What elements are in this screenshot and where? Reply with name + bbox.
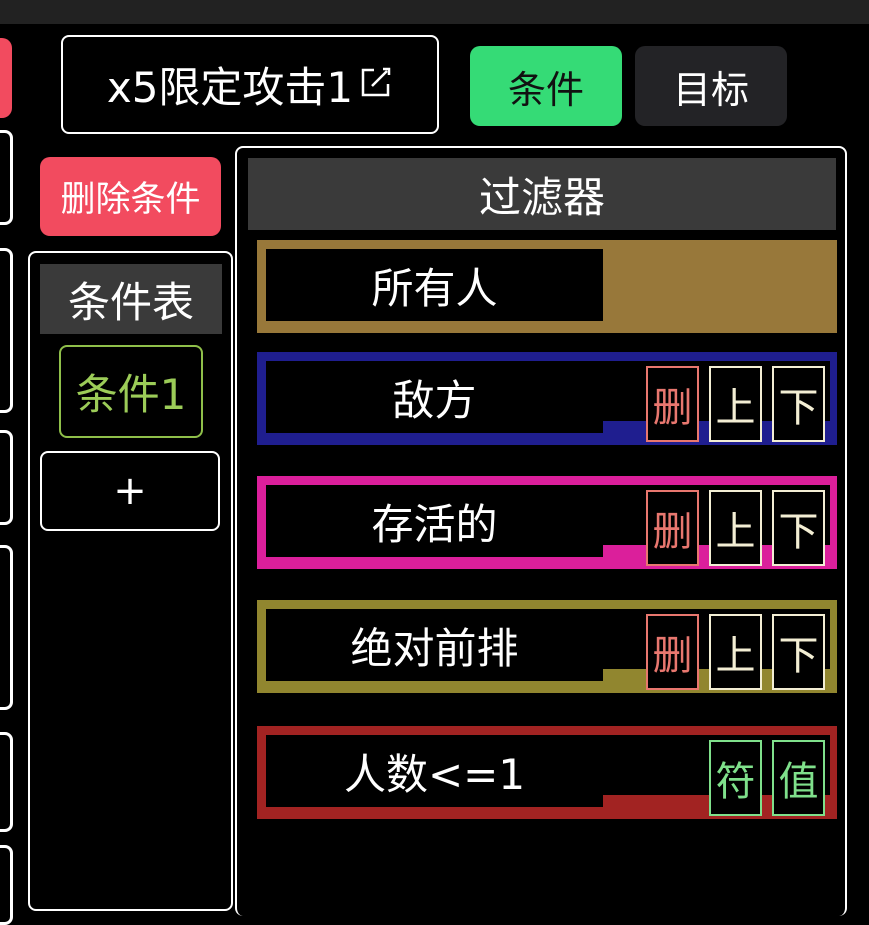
tab-condition[interactable]: 条件	[470, 46, 622, 126]
move-down-button[interactable]: 下	[772, 614, 825, 690]
filter-row-label[interactable]: 敌方	[266, 361, 603, 433]
skill-title: x5限定攻击1	[106, 63, 354, 112]
filter-row-label[interactable]: 绝对前排	[266, 609, 603, 681]
value-button[interactable]: 值	[772, 740, 825, 816]
delete-row-button[interactable]: 删	[646, 614, 699, 690]
left-edge-panel-2	[0, 248, 13, 413]
filter-row-label[interactable]: 人数<=1	[266, 735, 603, 807]
move-up-button[interactable]: 上	[709, 490, 762, 566]
filter-title: 过滤器	[248, 158, 836, 230]
left-edge-red-button[interactable]	[0, 38, 12, 118]
filter-row-all: 所有人	[257, 240, 837, 333]
condition-table-title: 条件表	[40, 264, 222, 334]
delete-row-button[interactable]: 删	[646, 366, 699, 442]
left-edge-panel-1	[0, 130, 13, 225]
filter-row-enemy: 敌方 删 上 下	[257, 352, 837, 445]
top-status-bar	[0, 0, 869, 24]
delete-condition-button[interactable]: 删除条件	[40, 157, 221, 236]
add-condition-button[interactable]: +	[40, 451, 220, 531]
filter-panel: 过滤器 所有人 敌方 删 上 下 存活的 删 上 下 绝对前排 删 上 下 人数…	[235, 146, 847, 916]
filter-row-alive: 存活的 删 上 下	[257, 476, 837, 569]
condition-table-panel: 条件表 条件1 +	[28, 251, 233, 911]
move-down-button[interactable]: 下	[772, 490, 825, 566]
left-edge-panel-3	[0, 430, 13, 525]
operator-button[interactable]: 符	[709, 740, 762, 816]
filter-row-count: 人数<=1 符 值	[257, 726, 837, 819]
skill-title-box[interactable]: x5限定攻击1	[61, 35, 439, 134]
filter-row-label[interactable]: 所有人	[266, 249, 603, 321]
filter-row-front-row: 绝对前排 删 上 下	[257, 600, 837, 693]
tab-target[interactable]: 目标	[635, 46, 787, 126]
left-edge-panel-4	[0, 545, 13, 710]
delete-row-button[interactable]: 删	[646, 490, 699, 566]
move-down-button[interactable]: 下	[772, 366, 825, 442]
left-edge-panel-5	[0, 732, 13, 832]
edit-icon[interactable]	[359, 60, 393, 96]
move-up-button[interactable]: 上	[709, 614, 762, 690]
left-edge-panel-6	[0, 845, 13, 925]
move-up-button[interactable]: 上	[709, 366, 762, 442]
condition-list-item[interactable]: 条件1	[59, 345, 203, 438]
filter-row-label[interactable]: 存活的	[266, 485, 603, 557]
